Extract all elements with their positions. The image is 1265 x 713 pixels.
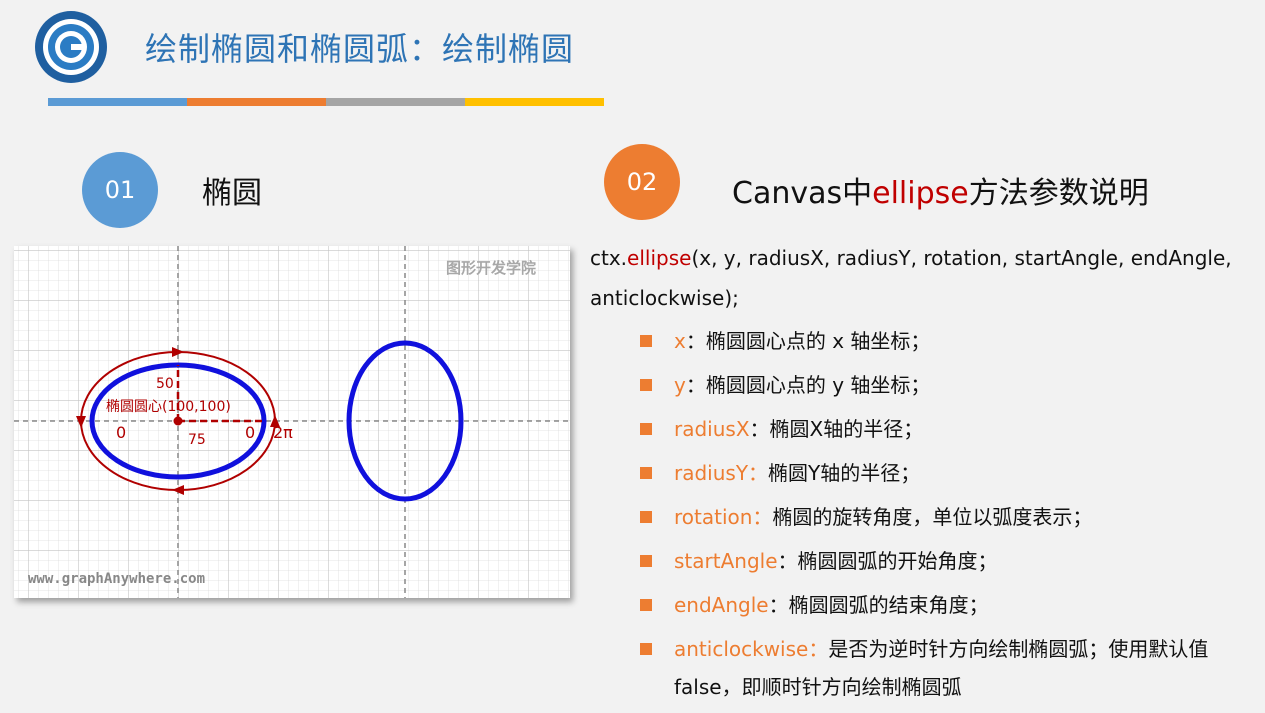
param-name: anticlockwise： <box>674 637 829 661</box>
param-name: x <box>674 329 686 353</box>
bullet-square <box>640 643 652 655</box>
param-name: endAngle <box>674 593 769 617</box>
sig-args: (x, y, radiusX, radiusY, rotation, start… <box>691 246 1232 270</box>
bullet-square <box>640 423 652 435</box>
page-title: 绘制椭圆和椭圆弧：绘制椭圆 <box>145 30 575 68</box>
param-item: rotation：椭圆的旋转角度，单位以弧度表示； <box>640 498 1250 536</box>
section-2-title-highlight: ellipse <box>872 176 969 211</box>
param-desc: ：椭圆圆心点的 x 轴坐标； <box>685 329 931 353</box>
param-name: rotation： <box>674 505 773 529</box>
param-item: y：椭圆圆心点的 y 轴坐标； <box>640 366 1250 404</box>
section-1-title: 椭圆 <box>202 176 262 211</box>
section-2-number: 02 <box>604 144 680 220</box>
param-list: x：椭圆圆心点的 x 轴坐标； y：椭圆圆心点的 y 轴坐标； radiusX：… <box>640 322 1250 712</box>
bullet-square <box>640 555 652 567</box>
label-0-right: 0 <box>245 423 255 442</box>
method-signature-line-1: ctx.ellipse(x, y, radiusX, radiusY, rota… <box>590 246 1232 270</box>
param-item: x：椭圆圆心点的 x 轴坐标； <box>640 322 1250 360</box>
param-item: anticlockwise：是否为逆时针方向绘制椭圆弧；使用默认值false，即… <box>640 630 1250 706</box>
param-desc: ：椭圆圆弧的开始角度； <box>777 549 998 573</box>
url-text: www.graphAnywhere.com <box>28 571 205 587</box>
bullet-square <box>640 467 652 479</box>
underline-seg-yellow <box>465 98 604 106</box>
underline-seg-blue <box>48 98 187 106</box>
section-1-number: 01 <box>82 152 158 228</box>
label-2pi: 2π <box>273 423 293 442</box>
param-name: radiusY： <box>674 461 769 485</box>
graph-anywhere-logo <box>35 11 107 83</box>
ellipse-figure-svg: 图形开发学院 www.graphAnywhere.com 50 椭圆圆心(100… <box>14 246 570 598</box>
param-desc: ：椭圆圆心点的 y 轴坐标； <box>685 373 931 397</box>
param-desc: ：椭圆圆弧的结束角度； <box>768 593 989 617</box>
param-desc: 椭圆Y轴的半径； <box>768 461 921 485</box>
param-name: radiusX <box>674 417 750 441</box>
label-center: 椭圆圆心(100,100) <box>106 399 231 415</box>
param-name: y <box>674 373 686 397</box>
label-0-left: 0 <box>116 423 126 442</box>
bullet-square <box>640 511 652 523</box>
section-2-title-prefix: Canvas中 <box>732 176 873 211</box>
section-2-title: Canvas中ellipse方法参数说明 <box>732 168 1149 212</box>
method-signature-line-2: anticlockwise); <box>590 286 739 310</box>
param-item: startAngle：椭圆圆弧的开始角度； <box>640 542 1250 580</box>
param-desc: 椭圆的旋转角度，单位以弧度表示； <box>772 505 1093 529</box>
sig-method: ellipse <box>627 246 692 270</box>
bullet-square <box>640 599 652 611</box>
param-item: endAngle：椭圆圆弧的结束角度； <box>640 586 1250 624</box>
watermark-text: 图形开发学院 <box>446 259 536 277</box>
sig-prefix: ctx. <box>590 246 628 270</box>
param-item: radiusX：椭圆X轴的半径； <box>640 410 1250 448</box>
bullet-square <box>640 379 652 391</box>
title-underline <box>48 98 604 106</box>
param-name: startAngle <box>674 549 778 573</box>
bullet-square <box>640 335 652 347</box>
section-2-title-suffix: 方法参数说明 <box>968 176 1149 211</box>
underline-seg-gray <box>326 98 465 106</box>
ellipse-figure: 图形开发学院 www.graphAnywhere.com 50 椭圆圆心(100… <box>14 246 570 598</box>
label-50: 50 <box>156 376 174 392</box>
label-75: 75 <box>188 432 206 448</box>
param-desc: ：椭圆X轴的半径； <box>749 417 924 441</box>
param-item: radiusY：椭圆Y轴的半径； <box>640 454 1250 492</box>
underline-seg-orange <box>187 98 326 106</box>
